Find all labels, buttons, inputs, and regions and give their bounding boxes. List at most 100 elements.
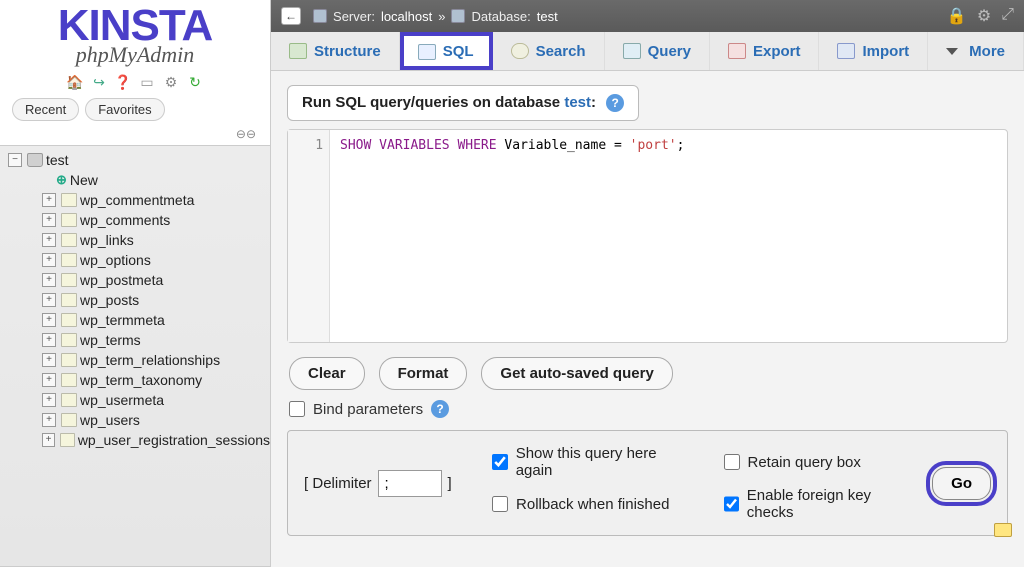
tree-table-label: wp_terms: [80, 332, 141, 348]
retain-box-checkbox[interactable]: [724, 454, 740, 470]
expand-icon[interactable]: +: [42, 313, 56, 327]
breadcrumb-server-link[interactable]: localhost: [381, 9, 432, 24]
clear-button[interactable]: Clear: [289, 357, 365, 390]
tree-table[interactable]: +wp_term_taxonomy: [8, 370, 270, 390]
tree-table-label: wp_postmeta: [80, 272, 163, 288]
tree-table-label: wp_term_relationships: [80, 352, 220, 368]
expand-icon[interactable]: +: [42, 353, 56, 367]
tree-table[interactable]: +wp_links: [8, 230, 270, 250]
tab-structure[interactable]: Structure: [271, 32, 400, 70]
expand-icon[interactable]: +: [42, 193, 56, 207]
get-autosaved-button[interactable]: Get auto-saved query: [481, 357, 672, 390]
lock-icon[interactable]: 🔒: [947, 6, 967, 26]
database-icon: [451, 9, 465, 23]
tree-table[interactable]: +wp_options: [8, 250, 270, 270]
db-tree: − test ⊕ New +wp_commentmeta+wp_comments…: [0, 145, 270, 567]
fullscreen-icon[interactable]: ⤢: [1001, 6, 1014, 26]
docs-icon[interactable]: ❓: [114, 74, 132, 92]
tree-table[interactable]: +wp_posts: [8, 290, 270, 310]
tab-more[interactable]: More: [928, 32, 1024, 70]
expand-icon[interactable]: +: [42, 213, 56, 227]
delimiter-label: [ Delimiter: [304, 475, 372, 492]
expand-icon[interactable]: +: [42, 413, 56, 427]
rollback-label: Rollback when finished: [516, 496, 669, 513]
help-icon[interactable]: ?: [431, 400, 449, 418]
breadcrumb-db-link[interactable]: test: [537, 9, 558, 24]
editor-code[interactable]: SHOW VARIABLES WHERE Variable_name = 'po…: [330, 130, 1007, 161]
query-icon: [623, 43, 641, 59]
settings-icon[interactable]: ⚙: [162, 74, 180, 92]
tree-table[interactable]: +wp_comments: [8, 210, 270, 230]
expand-icon[interactable]: +: [42, 293, 56, 307]
format-button[interactable]: Format: [379, 357, 468, 390]
tree-table[interactable]: + wp_postmeta: [8, 270, 270, 290]
breadcrumb-db-label: Database:: [471, 9, 530, 24]
foreign-key-option[interactable]: Enable foreign key checks: [724, 487, 915, 521]
show-again-option[interactable]: Show this query here again: [492, 445, 693, 479]
tree-table[interactable]: +wp_user_registration_sessions: [8, 430, 270, 450]
expand-icon[interactable]: +: [42, 333, 56, 347]
bind-parameters-checkbox[interactable]: [289, 401, 305, 417]
tree-table[interactable]: + wp_terms: [8, 330, 270, 350]
breadcrumb-server-label: Server:: [333, 9, 375, 24]
tree-table[interactable]: + wp_term_relationships: [8, 350, 270, 370]
breadcrumb-sep: »: [438, 9, 445, 24]
search-icon: [511, 43, 529, 59]
expand-icon[interactable]: +: [42, 233, 56, 247]
delimiter-close: ]: [448, 475, 452, 492]
expand-icon[interactable]: +: [42, 433, 55, 447]
foreign-key-checkbox[interactable]: [724, 496, 739, 512]
sql-editor[interactable]: 1 SHOW VARIABLES WHERE Variable_name = '…: [287, 129, 1008, 343]
go-button[interactable]: Go: [932, 467, 991, 500]
sidebar: KINSTA phpMyAdmin 🏠 ↪ ❓ ▭ ⚙ ↻ Recent Fav…: [0, 0, 271, 567]
tree-table[interactable]: +wp_termmeta: [8, 310, 270, 330]
table-icon: [61, 413, 77, 427]
rollback-checkbox[interactable]: [492, 496, 508, 512]
table-icon: [61, 393, 77, 407]
rollback-option[interactable]: Rollback when finished: [492, 487, 693, 521]
logout-icon[interactable]: ↪: [90, 74, 108, 92]
console-icon[interactable]: [994, 523, 1012, 537]
tree-table[interactable]: +wp_users: [8, 410, 270, 430]
options-grid: Show this query here again Retain query …: [492, 445, 914, 521]
collapse-toggle-icon[interactable]: ⊖⊖: [0, 127, 270, 145]
table-icon: [61, 313, 77, 327]
reload-icon[interactable]: ↻: [186, 74, 204, 92]
tab-sql[interactable]: SQL: [400, 32, 493, 70]
sql-icon[interactable]: ▭: [138, 74, 156, 92]
expand-icon[interactable]: +: [42, 373, 56, 387]
tree-database[interactable]: − test: [8, 150, 270, 170]
main-tabs: Structure SQL Search Query Export Import…: [271, 32, 1024, 71]
nav-back-button[interactable]: ←: [281, 7, 301, 25]
tab-search[interactable]: Search: [493, 32, 605, 70]
tab-import[interactable]: Import: [819, 32, 928, 70]
tree-database-label: test: [46, 152, 69, 168]
tab-query[interactable]: Query: [605, 32, 710, 70]
tree-table[interactable]: +wp_usermeta: [8, 390, 270, 410]
help-icon[interactable]: ?: [606, 94, 624, 112]
collapse-icon[interactable]: −: [8, 153, 22, 167]
tab-favorites[interactable]: Favorites: [85, 98, 164, 121]
tab-export-label: Export: [753, 43, 801, 60]
show-again-label: Show this query here again: [516, 445, 694, 479]
table-icon: [61, 253, 77, 267]
retain-box-option[interactable]: Retain query box: [724, 445, 915, 479]
gear-icon[interactable]: ⚙: [977, 6, 991, 26]
tab-export[interactable]: Export: [710, 32, 820, 70]
tree-new-table[interactable]: ⊕ New: [8, 170, 270, 190]
brand-logo: KINSTA: [0, 6, 270, 46]
foreign-key-label: Enable foreign key checks: [747, 487, 914, 521]
delimiter-input[interactable]: [378, 470, 442, 497]
show-again-checkbox[interactable]: [492, 454, 508, 470]
home-icon[interactable]: 🏠: [66, 74, 84, 92]
expand-icon[interactable]: +: [42, 393, 56, 407]
expand-icon[interactable]: +: [42, 253, 56, 267]
panel-title-db[interactable]: test: [564, 94, 591, 111]
tree-table[interactable]: +wp_commentmeta: [8, 190, 270, 210]
tab-structure-label: Structure: [314, 43, 381, 60]
expand-icon[interactable]: +: [42, 273, 56, 287]
structure-icon: [289, 43, 307, 59]
table-icon: [61, 273, 77, 287]
identifier: Variable_name =: [497, 138, 630, 153]
tab-recent[interactable]: Recent: [12, 98, 79, 121]
